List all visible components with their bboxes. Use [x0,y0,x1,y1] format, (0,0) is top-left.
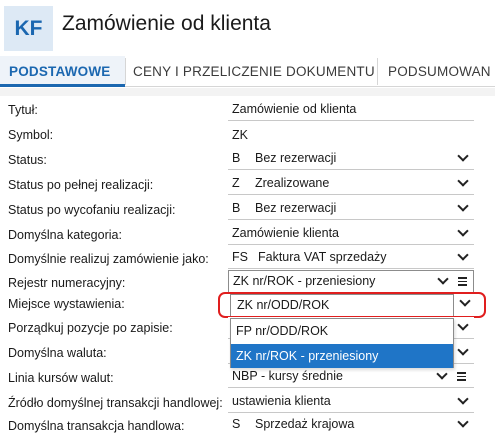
tab-ceny-i-przeliczenie[interactable]: CENY I PRZELICZENIE DOKUMENTU [133,56,378,87]
field-label: Źródło domyślnej transakcji handlowej: [8,396,223,410]
field-label: Status: [8,153,47,167]
chevron-down-icon[interactable] [457,344,469,356]
field-label: Domyślna kategoria: [8,228,122,242]
chevron-down-icon[interactable] [457,393,469,405]
register-value: ZK nr/ROK - przeniesiony [233,274,376,288]
tab-podstawowe[interactable]: PODSTAWOWE [0,56,125,87]
tab-divider [125,58,126,85]
transaction-source-select[interactable]: ustawienia klienta [228,391,474,413]
status-value: Bez rezerwacji [255,151,337,165]
tab-bar: PODSTAWOWE CENY I PRZELICZENIE DOKUMENTU… [0,56,495,87]
issue-place-dropdown: FP nr/ODD/ROK ZK nr/ROK - przeniesiony [230,318,454,368]
status-code: B [232,201,241,215]
field-label: Miejsce wystawienia: [8,297,125,311]
default-transaction-select[interactable]: S Sprzedaż krajowa [228,414,474,434]
status-code: Z [232,176,240,190]
transaction-value: Sprzedaż krajowa [255,417,355,431]
chevron-down-icon[interactable] [436,368,448,380]
status-after-rollback-select[interactable]: B Bez rezerwacji [228,198,474,220]
field-label: Domyślna transakcja handlowa: [8,419,185,433]
menu-icon[interactable] [457,372,466,383]
chevron-down-icon[interactable] [457,225,469,237]
dropdown-option[interactable]: FP nr/ODD/ROK [231,319,453,343]
chevron-down-icon[interactable] [457,416,469,428]
field-label: Tytuł: [8,103,38,117]
title-input-value: Zamówienie od klienta [232,102,357,116]
status-code: B [232,151,241,165]
chevron-down-icon[interactable] [457,249,469,261]
field-label: Symbol: [8,128,54,142]
chevron-down-icon[interactable] [457,319,469,331]
exchange-rate-value: NBP - kursy średnie [232,369,343,383]
document-type-value: Faktura VAT sprzedaży [258,250,387,264]
highlight-outline [218,292,486,318]
document-type-badge: KF [4,6,53,51]
status-value: Bez rezerwacji [255,201,337,215]
chevron-down-icon[interactable] [457,150,469,162]
field-label: Rejestr numeracyjny: [8,276,126,290]
realize-as-select[interactable]: FS Faktura VAT sprzedaży [228,247,474,269]
document-code: FS [232,250,248,264]
transaction-code: S [232,417,241,431]
exchange-rate-line-select[interactable]: NBP - kursy średnie [228,366,474,388]
field-label: Status po wycofaniu realizacji: [8,203,176,217]
symbol-value: ZK [232,128,248,142]
chevron-down-icon[interactable] [457,175,469,187]
status-select[interactable]: B Bez rezerwacji [228,148,474,170]
field-label: Porządkuj pozycje po zapisie: [8,321,173,335]
field-label: Linia kursów walut: [8,371,114,385]
status-after-full-realization-select[interactable]: Z Zrealizowane [228,173,474,195]
tab-podsumowanie[interactable]: PODSUMOWAN [388,56,495,87]
default-category-select[interactable]: Zamówienie klienta [228,223,474,245]
field-label: Domyślnie realizuj zamówienie jako: [8,252,209,266]
numbering-register-select[interactable]: ZK nr/ROK - przeniesiony [228,270,474,293]
transaction-source-value: ustawienia klienta [232,394,331,408]
tab-divider [377,58,378,85]
window-header: KF Zamówienie od klienta [0,0,495,56]
field-label: Status po pełnej realizacji: [8,178,154,192]
dropdown-option-selected[interactable]: ZK nr/ROK - przeniesiony [231,344,453,368]
chevron-down-icon[interactable] [437,273,449,285]
title-input[interactable]: Zamówienie od klienta [228,99,474,121]
field-label: Domyślna waluta: [8,346,107,360]
status-value: Zrealizowane [255,176,330,190]
category-value: Zamówienie klienta [232,226,339,240]
chevron-down-icon[interactable] [457,200,469,212]
page-title: Zamówienie od klienta [62,12,271,35]
menu-icon[interactable] [458,277,467,288]
